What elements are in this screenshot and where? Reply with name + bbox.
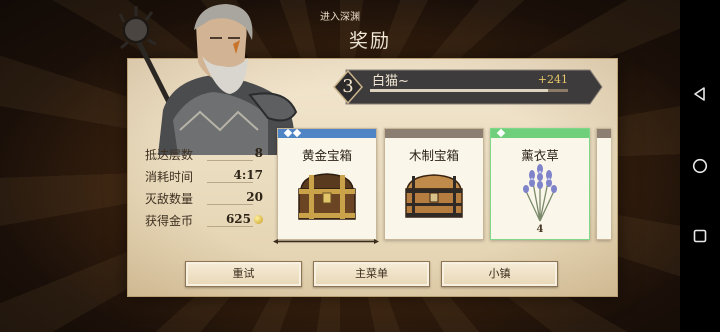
player-name: 白猫~: [372, 74, 409, 89]
dotted-divider: [207, 160, 253, 161]
page-title: 奖励: [348, 30, 391, 52]
player-level-badge: 3: [342, 76, 354, 97]
reward-name: 木制宝箱: [408, 148, 459, 163]
reward-card-golden-chest[interactable]: 黄金宝箱: [277, 128, 377, 240]
stat-value: 8: [254, 146, 263, 160]
rarity-diamond-icon: [283, 128, 293, 138]
reward-name: 薰衣草: [521, 148, 559, 163]
reward-scroll-indicator[interactable]: [273, 239, 379, 244]
recents-icon[interactable]: [692, 228, 708, 244]
dotted-divider: [207, 182, 253, 183]
reward-count: 4: [536, 224, 544, 235]
reward-card-wooden-chest[interactable]: 木制宝箱: [384, 128, 484, 240]
lavender-icon: [523, 164, 557, 222]
reward-name: 黄金宝箱: [301, 148, 352, 163]
wooden-chest-icon: [405, 174, 463, 218]
stat-value: 4:17: [233, 168, 263, 182]
xp-gain: +241: [537, 73, 568, 86]
stat-label: 灭敌数量: [145, 192, 194, 206]
rarity-bar: [491, 128, 589, 138]
main-menu-button[interactable]: 主菜单: [313, 261, 430, 287]
home-icon[interactable]: [692, 158, 708, 174]
stat-label: 获得金币: [145, 214, 194, 228]
stat-floors-reached: 抵达层数 8: [145, 146, 263, 164]
rarity-diamond-icon: [292, 128, 302, 138]
reward-card-partial[interactable]: [596, 128, 611, 240]
rarity-bar: [278, 128, 376, 138]
dotted-divider: [207, 204, 253, 205]
stat-label: 消耗时间: [145, 170, 194, 184]
dotted-divider: [207, 226, 253, 227]
stat-value: 20: [246, 190, 263, 204]
rarity-diamond-icon: [496, 128, 506, 138]
back-icon[interactable]: [692, 86, 708, 102]
xp-progress-bar: [370, 89, 568, 92]
reward-card-lavender[interactable]: 薰衣草 4: [490, 128, 590, 240]
golden-chest-icon: [298, 173, 356, 220]
town-button[interactable]: 小镇: [441, 261, 558, 287]
rarity-bar: [597, 129, 611, 138]
rarity-bar: [385, 129, 483, 138]
xp-progress-fill: [370, 89, 549, 92]
retry-button[interactable]: 重试: [185, 261, 302, 287]
system-navigation-bar: [680, 0, 720, 332]
stat-gold-earned: 获得金币 625: [145, 212, 263, 230]
header-subtitle: 进入深渊: [320, 12, 360, 23]
stat-label: 抵达层数: [145, 148, 194, 162]
stat-enemies-killed: 灭敌数量 20: [145, 190, 263, 208]
coin-icon: [254, 215, 263, 224]
stat-value: 625: [226, 212, 263, 226]
stat-time-spent: 消耗时间 4:17: [145, 168, 263, 186]
